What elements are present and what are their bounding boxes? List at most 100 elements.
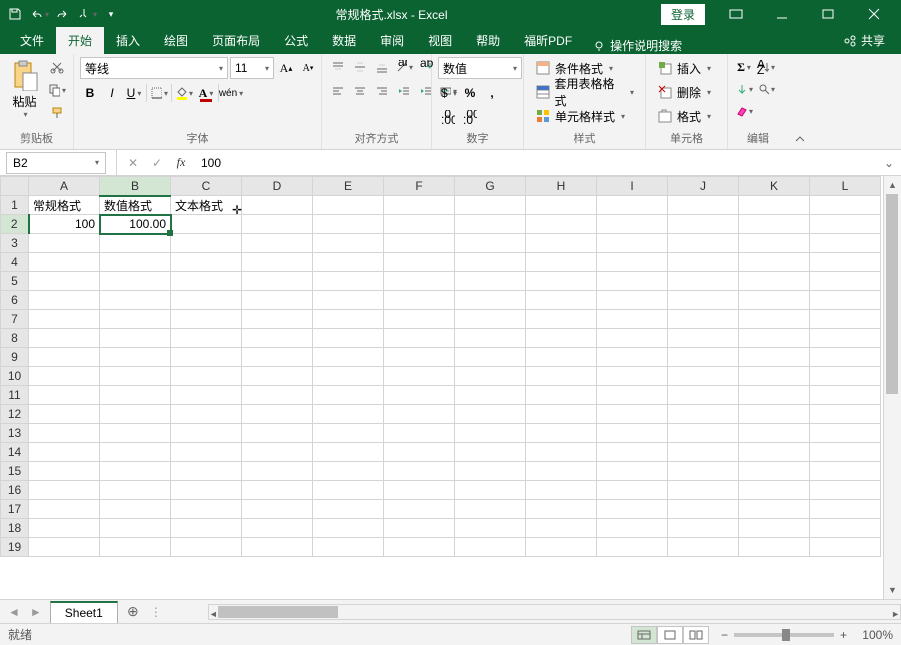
col-header[interactable]: B: [100, 177, 171, 196]
tab-foxit-pdf[interactable]: 福昕PDF: [512, 27, 584, 54]
cell[interactable]: [384, 310, 455, 329]
cell[interactable]: [313, 215, 384, 234]
row-header[interactable]: 10: [1, 367, 29, 386]
cell[interactable]: [526, 234, 597, 253]
col-header[interactable]: J: [668, 177, 739, 196]
cell[interactable]: [739, 405, 810, 424]
cell[interactable]: [810, 234, 881, 253]
cell[interactable]: [668, 291, 739, 310]
cell[interactable]: [526, 272, 597, 291]
page-break-view-icon[interactable]: [683, 626, 709, 644]
tab-draw[interactable]: 绘图: [152, 27, 200, 54]
cell[interactable]: [455, 329, 526, 348]
cell[interactable]: [100, 272, 171, 291]
cell[interactable]: [810, 196, 881, 215]
cell[interactable]: [171, 253, 242, 272]
cell[interactable]: 文本格式: [171, 196, 242, 215]
sheet-nav-prev-icon[interactable]: ◄: [6, 603, 22, 621]
normal-view-icon[interactable]: [631, 626, 657, 644]
cell[interactable]: [597, 462, 668, 481]
cell[interactable]: [739, 367, 810, 386]
cell[interactable]: [810, 215, 881, 234]
cell[interactable]: [739, 424, 810, 443]
zoom-out-button[interactable]: −: [721, 628, 728, 642]
cell[interactable]: [242, 215, 313, 234]
underline-button[interactable]: U▾: [124, 83, 144, 103]
row-header[interactable]: 4: [1, 253, 29, 272]
cell[interactable]: [597, 405, 668, 424]
row-header[interactable]: 14: [1, 443, 29, 462]
cell[interactable]: [313, 253, 384, 272]
page-layout-view-icon[interactable]: [657, 626, 683, 644]
cell[interactable]: [739, 538, 810, 557]
cell[interactable]: [526, 538, 597, 557]
sort-filter-icon[interactable]: AZ▾: [756, 57, 776, 77]
row-header[interactable]: 6: [1, 291, 29, 310]
paste-button[interactable]: 粘贴 ▾: [6, 57, 43, 119]
cell[interactable]: [171, 329, 242, 348]
cell[interactable]: [526, 253, 597, 272]
cell[interactable]: [242, 481, 313, 500]
cell[interactable]: [29, 291, 100, 310]
cell[interactable]: [313, 424, 384, 443]
cell[interactable]: [171, 272, 242, 291]
tab-file[interactable]: 文件: [8, 27, 56, 54]
cell[interactable]: [242, 386, 313, 405]
cell[interactable]: [526, 443, 597, 462]
cell[interactable]: [313, 291, 384, 310]
increase-decimal-icon[interactable]: .0.00: [438, 107, 458, 127]
cell[interactable]: [242, 538, 313, 557]
col-header[interactable]: L: [810, 177, 881, 196]
cell[interactable]: [100, 405, 171, 424]
cell[interactable]: [29, 386, 100, 405]
cell[interactable]: [29, 234, 100, 253]
cell[interactable]: [526, 196, 597, 215]
cell[interactable]: [668, 462, 739, 481]
cell[interactable]: [171, 424, 242, 443]
cell[interactable]: [597, 538, 668, 557]
cell[interactable]: [29, 310, 100, 329]
fill-icon[interactable]: ▾: [734, 79, 754, 99]
cell[interactable]: [242, 367, 313, 386]
cell[interactable]: [739, 272, 810, 291]
cell[interactable]: [29, 443, 100, 462]
cell[interactable]: [242, 424, 313, 443]
cell[interactable]: 常规格式: [29, 196, 100, 215]
cell[interactable]: [668, 196, 739, 215]
cell[interactable]: [739, 519, 810, 538]
row-header[interactable]: 12: [1, 405, 29, 424]
cell[interactable]: [384, 481, 455, 500]
cell[interactable]: [810, 500, 881, 519]
cell[interactable]: [526, 386, 597, 405]
cell[interactable]: [313, 462, 384, 481]
cut-icon[interactable]: [47, 57, 67, 77]
cell[interactable]: [171, 348, 242, 367]
cell-styles-button[interactable]: 单元格样式▾: [530, 105, 630, 127]
undo-icon[interactable]: ▾: [28, 3, 50, 25]
cell[interactable]: [171, 500, 242, 519]
row-header[interactable]: 11: [1, 386, 29, 405]
close-icon[interactable]: [851, 0, 897, 28]
horizontal-scrollbar[interactable]: ◄ ►: [208, 604, 901, 620]
cell[interactable]: [597, 215, 668, 234]
cell[interactable]: [597, 234, 668, 253]
cell[interactable]: 数值格式: [100, 196, 171, 215]
align-center-icon[interactable]: [350, 81, 370, 101]
cell[interactable]: [739, 196, 810, 215]
cell[interactable]: [100, 348, 171, 367]
cell[interactable]: [384, 348, 455, 367]
cell[interactable]: [384, 424, 455, 443]
cell[interactable]: [171, 443, 242, 462]
cell[interactable]: [29, 424, 100, 443]
italic-button[interactable]: I: [102, 83, 122, 103]
cell[interactable]: [810, 538, 881, 557]
cell[interactable]: [100, 329, 171, 348]
cell[interactable]: [29, 462, 100, 481]
cell[interactable]: [384, 519, 455, 538]
sheet-nav-next-icon[interactable]: ►: [28, 603, 44, 621]
cell[interactable]: [171, 405, 242, 424]
cell[interactable]: [810, 272, 881, 291]
cell[interactable]: [455, 196, 526, 215]
cell[interactable]: [739, 348, 810, 367]
percent-format-icon[interactable]: %: [460, 83, 480, 103]
